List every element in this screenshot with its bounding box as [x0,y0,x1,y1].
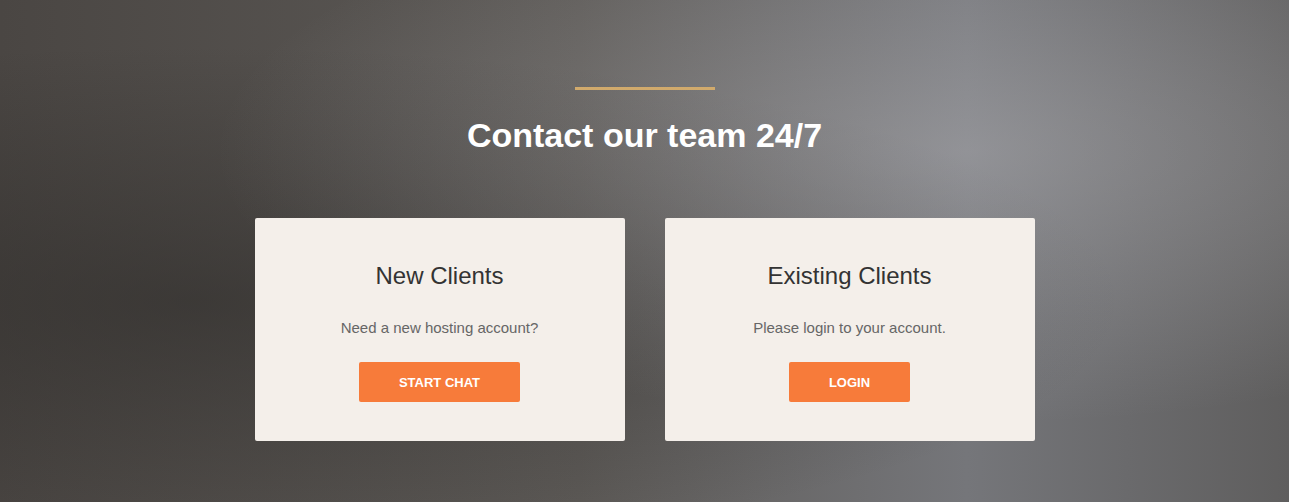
card-text: Need a new hosting account? [341,317,539,339]
contact-section: Contact our team 24/7 New Clients Need a… [0,0,1289,502]
card-button[interactable]: START CHAT [359,362,520,402]
contact-card: Existing Clients Please login to your ac… [665,218,1035,441]
card-title: New Clients [375,261,503,291]
card-button[interactable]: LOGIN [789,362,910,402]
contact-card: New Clients Need a new hosting account? … [255,218,625,441]
section-heading: Contact our team 24/7 [467,115,822,155]
background-photo [0,0,1289,502]
card-row: New Clients Need a new hosting account? … [255,218,1035,441]
card-text: Please login to your account. [753,317,946,339]
accent-line [575,87,715,90]
contact-content: Contact our team 24/7 New Clients Need a… [0,0,1289,441]
card-title: Existing Clients [767,261,931,291]
